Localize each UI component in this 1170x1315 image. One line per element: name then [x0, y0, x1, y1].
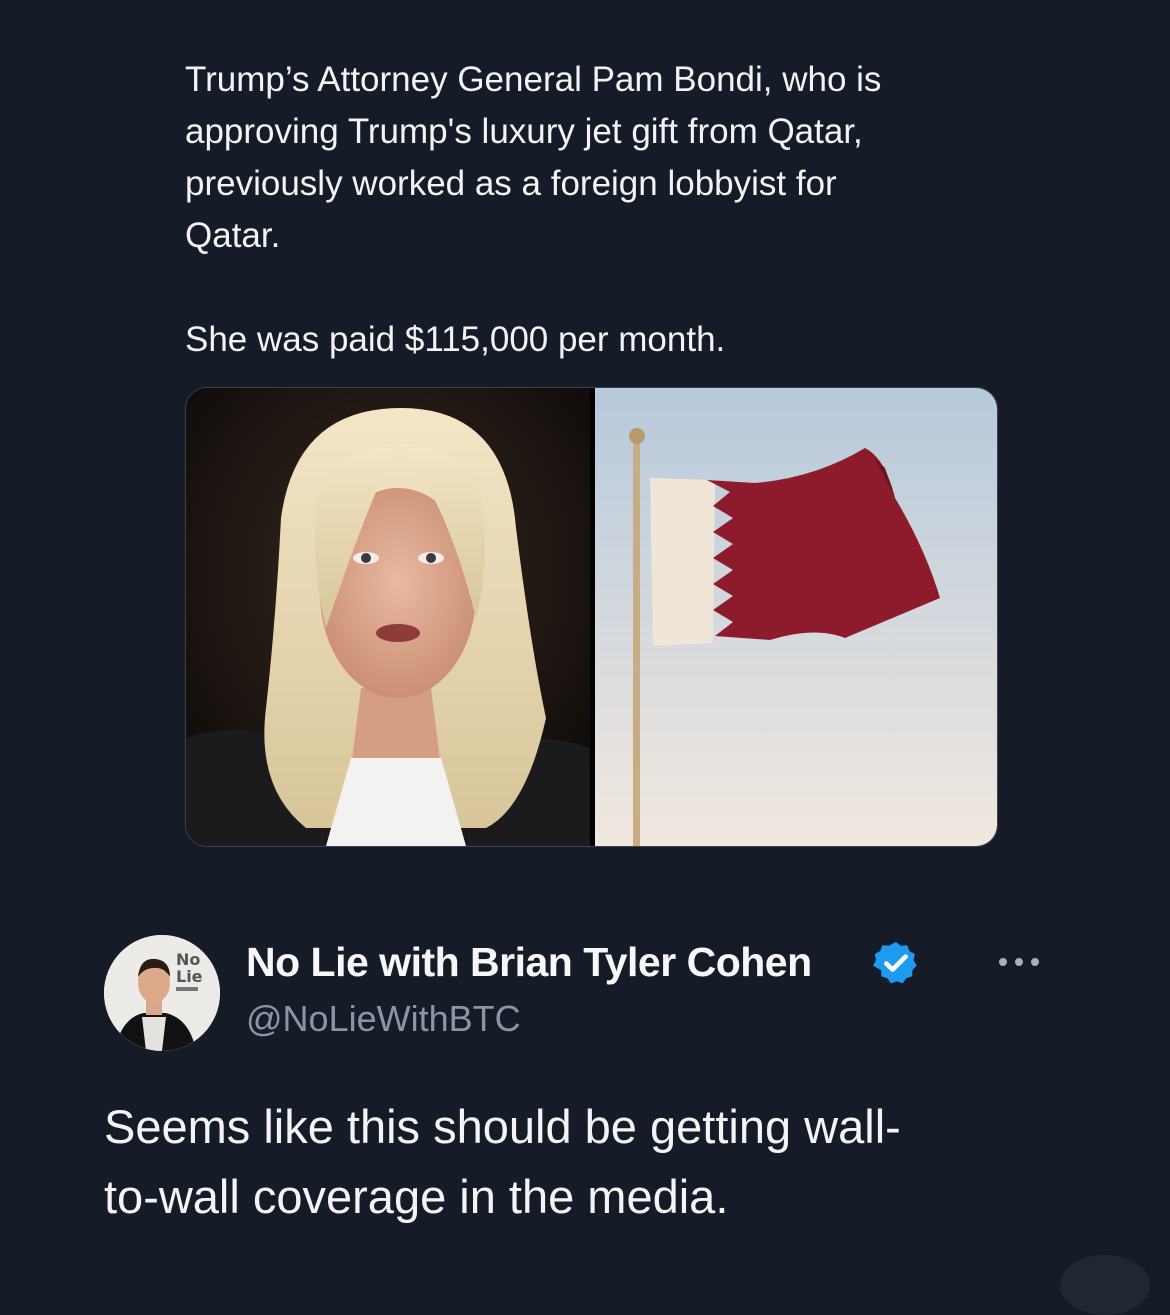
quoted-paragraph-2: She was paid $115,000 per month. [185, 320, 726, 359]
post-body-text: Seems like this should be getting wall- … [104, 1100, 901, 1223]
avatar-logo-lie: Lie [176, 967, 203, 986]
portrait-photo[interactable] [186, 388, 590, 846]
media-grid[interactable] [185, 387, 998, 847]
quoted-post-text: Trump’s Attorney General Pam Bondi, who … [185, 54, 975, 366]
quoted-paragraph-1: Trump’s Attorney General Pam Bondi, who … [185, 60, 882, 255]
more-options-icon[interactable] [996, 954, 1042, 970]
user-handle[interactable]: @NoLieWithBTC [246, 998, 521, 1040]
qatar-flag-photo[interactable] [595, 388, 997, 846]
verified-badge-icon [873, 942, 917, 984]
floating-button-edge[interactable] [1060, 1255, 1150, 1315]
avatar[interactable]: No Lie [104, 935, 220, 1051]
display-name[interactable]: No Lie with Brian Tyler Cohen [246, 939, 812, 986]
